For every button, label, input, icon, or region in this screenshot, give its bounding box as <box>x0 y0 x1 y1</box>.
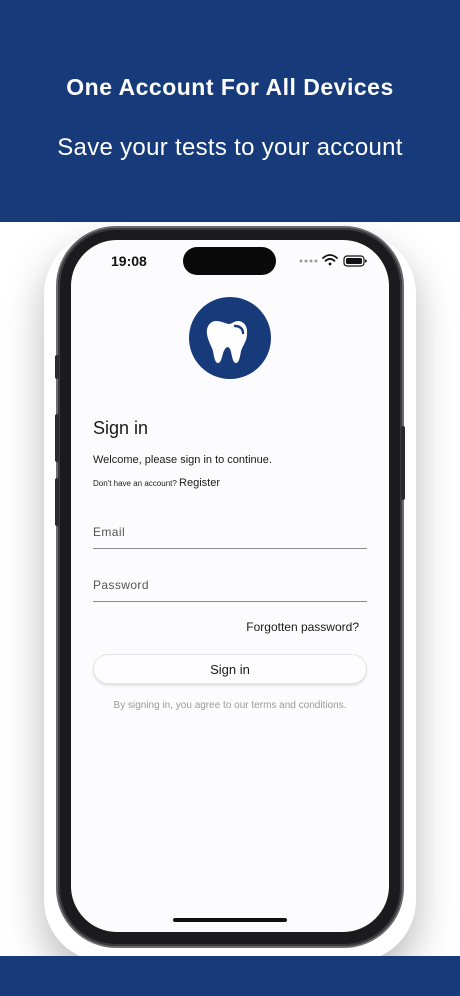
dots-icon <box>299 259 318 263</box>
welcome-text: Welcome, please sign in to continue. <box>93 454 272 466</box>
phone-screen: 19:08 Sign in Welcome, please sign in to… <box>71 240 389 932</box>
tooth-icon <box>206 321 248 363</box>
promo-banner: One Account For All Devices Save your te… <box>0 0 460 222</box>
email-field[interactable] <box>93 515 367 549</box>
dynamic-island <box>183 247 276 275</box>
password-field[interactable] <box>93 568 367 602</box>
home-indicator <box>173 918 287 922</box>
status-icons <box>299 254 367 267</box>
terms-text: By signing in, you agree to our terms an… <box>113 700 347 711</box>
phone-volume-up <box>55 414 59 462</box>
forgot-password-link[interactable]: Forgotten password? <box>246 620 359 634</box>
phone-mute-switch <box>55 355 59 379</box>
register-link[interactable]: Register <box>179 477 220 489</box>
status-time: 19:08 <box>111 253 147 269</box>
app-logo <box>189 297 271 379</box>
phone-power-button <box>401 426 405 500</box>
no-account-text: Don't have an account? <box>93 479 177 488</box>
battery-icon <box>343 255 367 267</box>
sign-in-button[interactable]: Sign in <box>93 654 367 684</box>
promo-headline: One Account For All Devices <box>66 74 394 100</box>
wifi-icon <box>322 254 338 266</box>
phone-volume-down <box>55 478 59 526</box>
promo-subheadline: Save your tests to your account <box>57 134 403 161</box>
sign-in-title: Sign in <box>93 418 149 438</box>
bottom-banner <box>0 956 460 996</box>
no-account-line: Don't have an account? Register <box>93 477 220 489</box>
